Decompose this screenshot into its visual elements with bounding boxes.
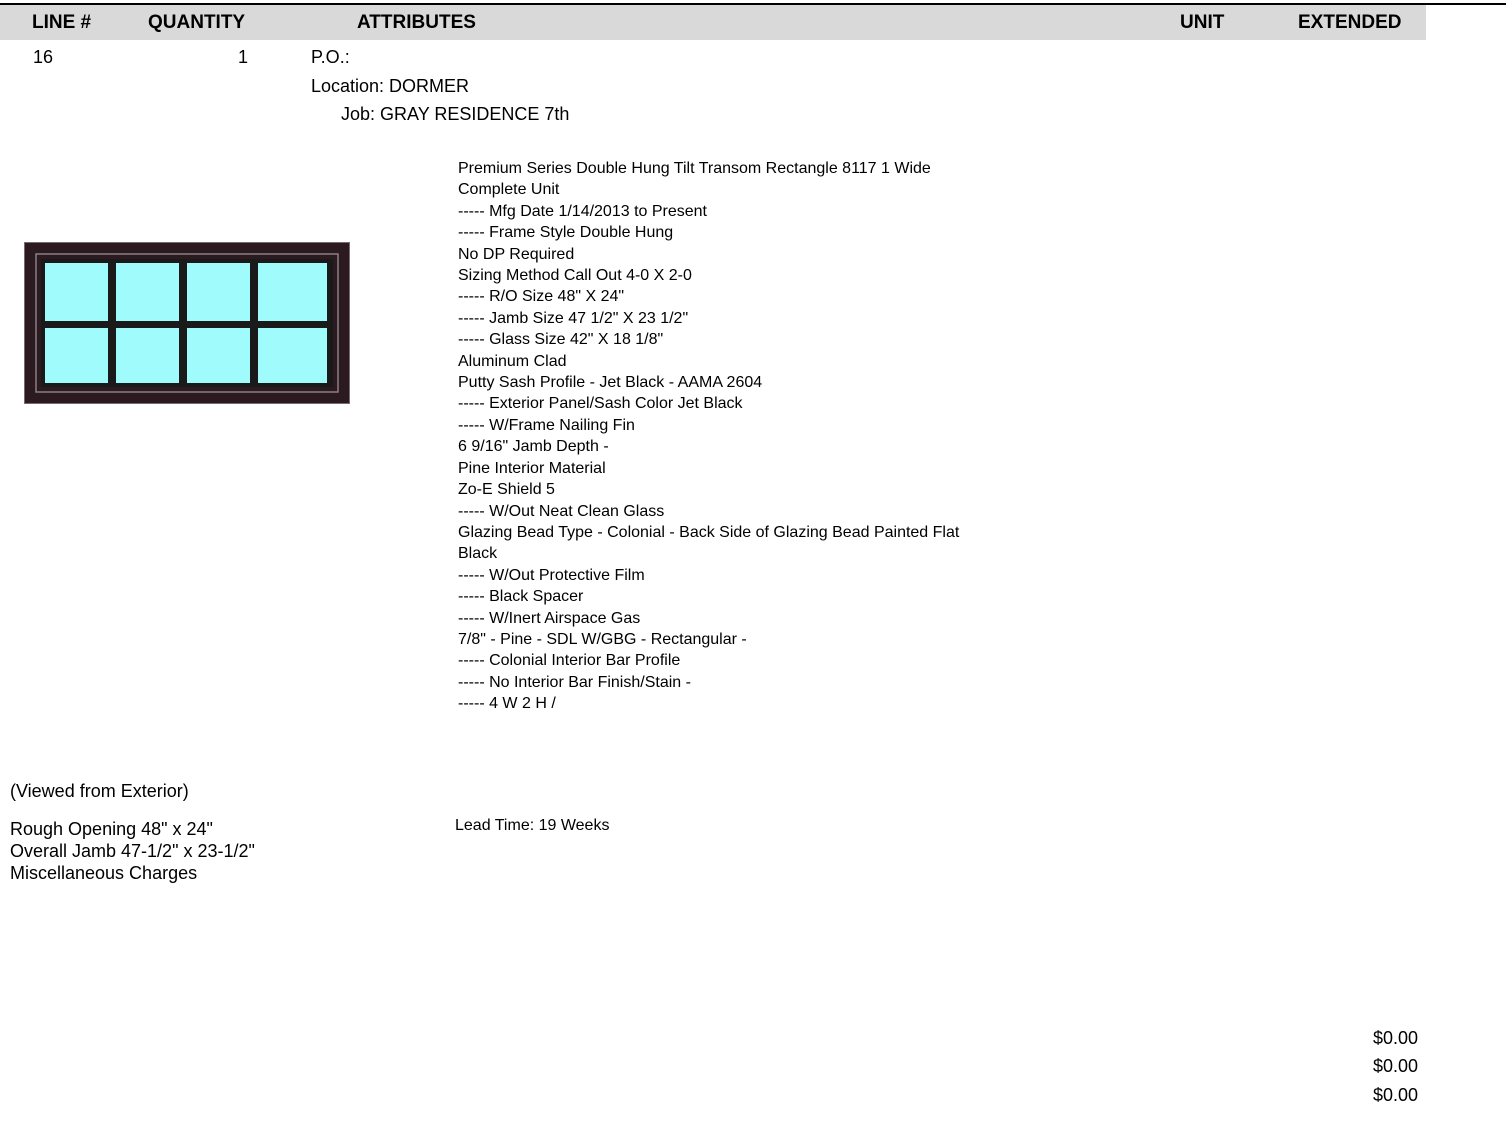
lead-time: Lead Time: 19 Weeks [455,817,610,834]
attribute-line: ----- 4 W 2 H / [458,695,556,713]
attribute-line: ----- W/Out Protective Film [458,566,645,584]
attribute-line: No DP Required [458,245,575,263]
attribute-line: Sizing Method Call Out 4-0 X 2-0 [458,267,692,285]
amount-unit: $0.00 [1372,1028,1418,1048]
attribute-line: ----- W/Inert Airspace Gas [458,609,641,627]
attribute-line: ----- W/Frame Nailing Fin [458,416,635,434]
attribute-line: Premium Series Double Hung Tilt Transom … [458,160,931,177]
miscellaneous-charges: Miscellaneous Charges [10,863,198,883]
attribute-line: ----- W/Out Neat Clean Glass [458,502,665,520]
attribute-line: ----- Glass Size 42" X 18 1/8" [458,331,664,349]
attribute-line: ----- Exterior Panel/Sash Color Jet Blac… [458,395,743,413]
location-label: Location: DORMER [311,76,470,96]
header-unit: UNIT [1180,12,1225,33]
attributes-list: Premium Series Double Hung Tilt Transom … [458,158,959,715]
rough-opening: Rough Opening 48" x 24" [10,819,213,839]
attribute-line: ----- Black Spacer [458,588,584,606]
attribute-line: 6 9/16" Jamb Depth - [458,438,609,456]
attribute-line: ----- Mfg Date 1/14/2013 to Present [458,202,707,220]
attribute-line: Zo-E Shield 5 [458,481,555,499]
line-number: 16 [33,47,54,67]
attribute-line: ----- No Interior Bar Finish/Stain - [458,673,691,691]
quantity-value: 1 [238,47,249,67]
attribute-line: ----- Colonial Interior Bar Profile [458,652,681,670]
amount-total: $0.00 [1372,1085,1418,1105]
po-label: P.O.: [311,47,350,67]
amount-extended: $0.00 [1372,1056,1418,1076]
attribute-line: Pine Interior Material [458,459,606,477]
header-quantity: QUANTITY [148,12,246,33]
attribute-line: ----- Frame Style Double Hung [458,224,674,242]
attribute-line: Putty Sash Profile - Jet Black - AAMA 26… [458,374,763,392]
job-label: Job: GRAY RESIDENCE 7th [341,104,570,124]
attribute-line: Glazing Bead Type - Colonial - Back Side… [458,523,960,541]
overall-jamb: Overall Jamb 47-1/2" x 23-1/2" [10,841,255,861]
attribute-line: Black [458,545,498,563]
attribute-line: ----- Jamb Size 47 1/2" X 23 1/2" [458,309,689,327]
attribute-line: ----- R/O Size 48" X 24" [458,288,625,306]
viewed-from-note: (Viewed from Exterior) [10,781,189,801]
header-line-number: LINE # [32,12,92,33]
header-extended: EXTENDED [1298,12,1402,33]
attribute-line: 7/8" - Pine - SDL W/GBG - Rectangular - [458,630,747,648]
header-attributes: ATTRIBUTES [357,12,476,33]
window-elevation-image [24,242,350,404]
attribute-line: Aluminum Clad [458,352,567,370]
attribute-line: Complete Unit [458,181,560,199]
